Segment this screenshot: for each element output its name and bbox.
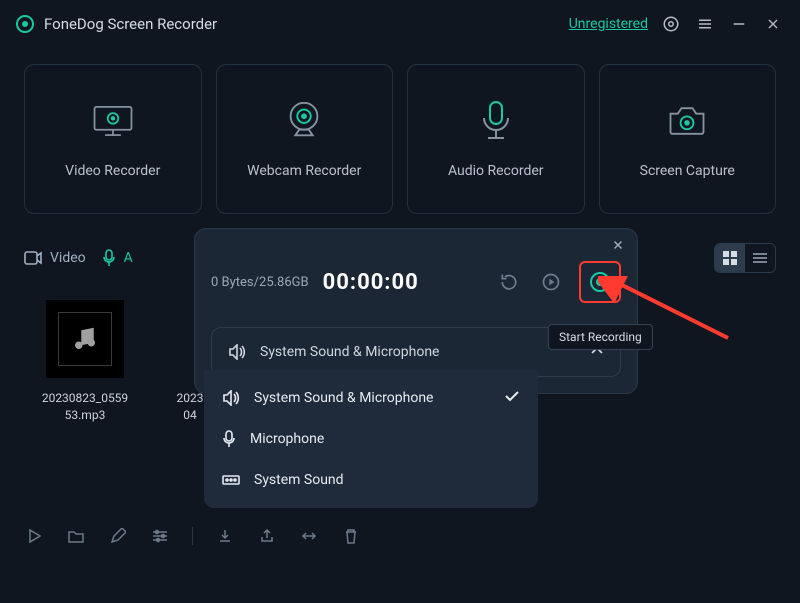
microphone-icon (222, 430, 236, 448)
check-icon (504, 390, 520, 406)
webcam-icon (282, 99, 326, 143)
separator (192, 527, 193, 545)
brand-logo-icon (16, 15, 34, 33)
app-title: FoneDog Screen Recorder (44, 15, 217, 33)
title-bar: FoneDog Screen Recorder Unregistered (0, 0, 800, 48)
sound-option-microphone[interactable]: Microphone (204, 418, 538, 460)
tab-video-label: Video (50, 250, 86, 266)
speaker-icon (228, 344, 246, 360)
sound-source-menu: System Sound & Microphone Microphone Sys… (204, 370, 538, 508)
option-label: System Sound (254, 472, 344, 488)
sliders-icon[interactable] (150, 526, 170, 546)
mode-audio-recorder[interactable]: Audio Recorder (407, 64, 585, 214)
system-sound-icon (222, 473, 240, 487)
download-icon[interactable] (215, 526, 235, 546)
trash-icon[interactable] (341, 526, 361, 546)
mode-video-recorder[interactable]: Video Recorder (24, 64, 202, 214)
play-control-icon[interactable] (537, 268, 565, 296)
file-item[interactable]: 20230823_0559 53.mp3 (24, 300, 146, 424)
mode-label: Webcam Recorder (247, 163, 361, 179)
restart-icon[interactable] (495, 268, 523, 296)
menu-icon[interactable] (694, 13, 716, 35)
edit-icon[interactable] (108, 526, 128, 546)
panel-close-icon[interactable] (611, 237, 625, 256)
sound-source-label: System Sound & Microphone (260, 344, 439, 360)
file-name-line1: 20230823_0559 (24, 390, 146, 407)
tab-audio-label: A (124, 250, 133, 266)
tab-audio[interactable]: A (102, 249, 133, 267)
audio-file-icon (46, 300, 124, 378)
mode-webcam-recorder[interactable]: Webcam Recorder (216, 64, 394, 214)
option-label: System Sound & Microphone (254, 390, 433, 406)
grid-view-button[interactable] (715, 244, 745, 272)
storage-info: 0 Bytes/25.86GB (211, 275, 309, 290)
speaker-icon (222, 390, 240, 406)
monitor-icon (91, 99, 135, 143)
folder-icon[interactable] (66, 526, 86, 546)
close-icon[interactable] (762, 13, 784, 35)
share-icon[interactable] (257, 526, 277, 546)
file-name-line2: 53.mp3 (24, 407, 146, 424)
record-button-highlight (579, 261, 621, 303)
view-toggle (714, 243, 776, 273)
record-button[interactable] (585, 267, 615, 297)
camera-icon (665, 99, 709, 143)
mode-label: Screen Capture (640, 163, 735, 179)
start-recording-tooltip: Start Recording (548, 324, 653, 350)
brand: FoneDog Screen Recorder (16, 15, 217, 33)
recording-timer: 00:00:00 (323, 270, 419, 295)
convert-icon[interactable] (299, 526, 319, 546)
minimize-icon[interactable] (728, 13, 750, 35)
microphone-icon (474, 99, 518, 143)
play-icon[interactable] (24, 526, 44, 546)
sound-option-system[interactable]: System Sound (204, 460, 538, 500)
list-view-button[interactable] (745, 244, 775, 272)
unregistered-link[interactable]: Unregistered (569, 16, 648, 32)
mode-row: Video Recorder Webcam Recorder Audio Rec… (0, 48, 800, 236)
option-label: Microphone (250, 431, 324, 447)
mode-label: Audio Recorder (448, 163, 544, 179)
mode-screen-capture[interactable]: Screen Capture (599, 64, 777, 214)
sound-option-system-and-mic[interactable]: System Sound & Microphone (204, 378, 538, 418)
tab-video[interactable]: Video (24, 250, 86, 266)
mode-label: Video Recorder (65, 163, 160, 179)
bottom-toolbar (24, 526, 361, 546)
settings-icon[interactable] (660, 13, 682, 35)
